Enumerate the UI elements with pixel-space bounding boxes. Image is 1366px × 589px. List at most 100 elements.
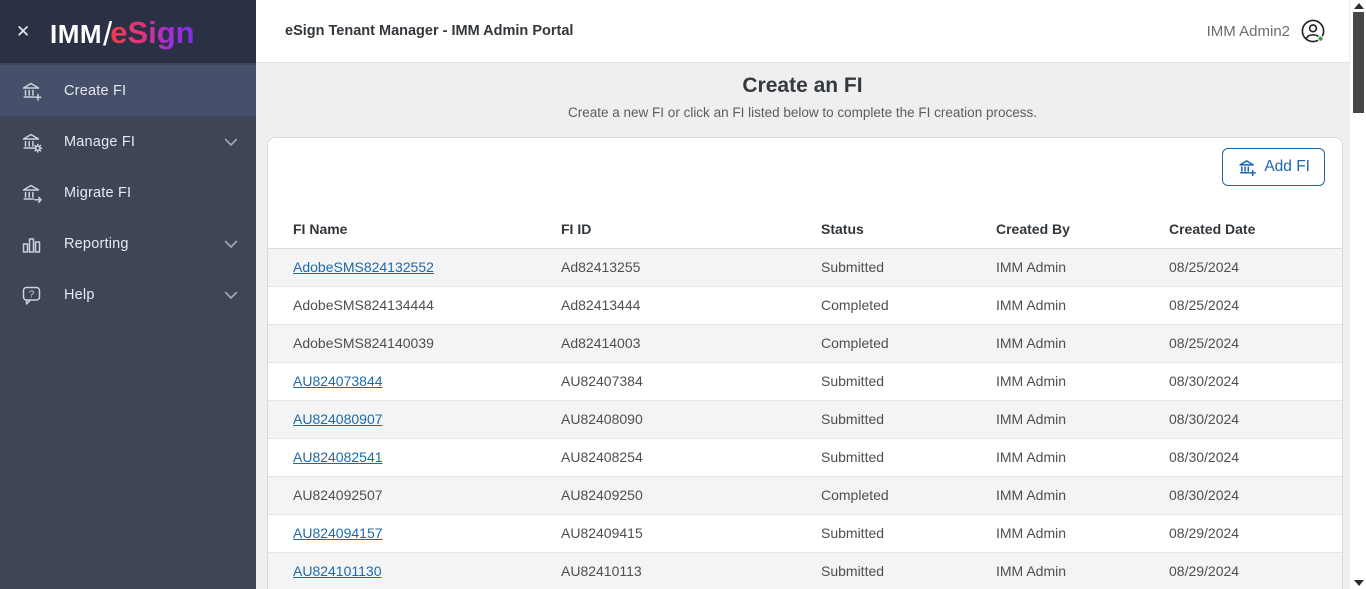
svg-text:?: ? (29, 289, 35, 300)
sidebar-item-label: Help (64, 286, 95, 303)
status-cell: Submitted (813, 248, 988, 287)
sidebar-item-create-fi[interactable]: Create FI (0, 65, 256, 116)
table-row: AU824082541 AU82408254 Submitted IMM Adm… (268, 438, 1342, 477)
created-by-cell: IMM Admin (988, 286, 1161, 325)
bank-arrow-icon (20, 181, 44, 205)
fi-name-cell: AdobeSMS824132552 (268, 248, 553, 287)
sidebar-item-migrate-fi[interactable]: Migrate FI (0, 167, 256, 218)
add-fi-button[interactable]: Add FI (1222, 148, 1325, 186)
sidebar-item-label: Manage FI (64, 133, 136, 150)
status-cell: Completed (813, 324, 988, 363)
fi-id-cell: AU82409250 (553, 476, 813, 515)
fi-name-cell: AdobeSMS824140039 (268, 324, 553, 363)
fi-name-cell: AU824101130 (268, 552, 553, 589)
column-header-created-date: Created Date (1161, 211, 1342, 249)
fi-name-link[interactable]: AU824101130 (293, 563, 381, 579)
fi-list-card: Add FI FI Name FI ID Status Created By C… (267, 137, 1343, 589)
bank-add-icon (1237, 157, 1258, 178)
created-by-cell: IMM Admin (988, 552, 1161, 589)
status-cell: Submitted (813, 438, 988, 477)
page-title: Create an FI (742, 74, 863, 97)
fi-name-link[interactable]: AU824094157 (293, 525, 383, 541)
app-window: ✕ IMM / eSign Create FI Manage FI Migrat… (0, 0, 1366, 589)
created-date-cell: 08/29/2024 (1161, 514, 1342, 553)
created-date-cell: 08/30/2024 (1161, 362, 1342, 401)
bank-gear-icon (20, 130, 44, 154)
fi-id-cell: Ad82414003 (553, 324, 813, 363)
fi-name-cell: AU824080907 (268, 400, 553, 439)
chevron-down-icon (224, 138, 238, 146)
main-content: Create an FI Create a new FI or click an… (256, 63, 1349, 589)
fi-id-cell: Ad82413444 (553, 286, 813, 325)
sidebar-item-manage-fi[interactable]: Manage FI (0, 116, 256, 167)
created-date-cell: 08/30/2024 (1161, 476, 1342, 515)
fi-id-cell: AU82408090 (553, 400, 813, 439)
add-fi-button-label: Add FI (1264, 158, 1310, 175)
fi-name-cell: AU824073844 (268, 362, 553, 401)
created-date-cell: 08/25/2024 (1161, 324, 1342, 363)
column-header-fi-id: FI ID (553, 211, 813, 249)
sidebar-item-reporting[interactable]: Reporting (0, 218, 256, 269)
sidebar-item-help[interactable]: ? Help (0, 269, 256, 320)
fi-id-cell: Ad82413255 (553, 248, 813, 287)
card-toolbar: Add FI (268, 138, 1342, 211)
table-row: AU824092507 AU82409250 Completed IMM Adm… (268, 476, 1342, 515)
fi-name-cell: AU824094157 (268, 514, 553, 553)
scrollbar-down-arrow-icon[interactable] (1354, 580, 1364, 586)
imm-esign-logo: IMM / eSign (50, 13, 195, 52)
table-row: AU824080907 AU82408090 Submitted IMM Adm… (268, 400, 1342, 439)
created-by-cell: IMM Admin (988, 362, 1161, 401)
chevron-down-icon (224, 291, 238, 299)
bank-plus-icon (20, 79, 44, 103)
sidebar-close-icon[interactable]: ✕ (16, 23, 42, 40)
scrollbar-up-arrow-icon[interactable] (1354, 3, 1364, 9)
status-cell: Submitted (813, 514, 988, 553)
created-date-cell: 08/25/2024 (1161, 248, 1342, 287)
created-by-cell: IMM Admin (988, 400, 1161, 439)
fi-name-cell: AU824082541 (268, 438, 553, 477)
status-cell: Completed (813, 476, 988, 515)
sidebar-logo-bar: ✕ IMM / eSign (0, 0, 256, 63)
page-subtitle: Create a new FI or click an FI listed be… (568, 105, 1037, 120)
created-date-cell: 08/30/2024 (1161, 438, 1342, 477)
fi-name-link[interactable]: AdobeSMS824132552 (293, 259, 434, 275)
app-title: eSign Tenant Manager - IMM Admin Portal (285, 23, 574, 39)
fi-id-cell: AU82407384 (553, 362, 813, 401)
user-name: IMM Admin2 (1206, 22, 1290, 40)
table-row: AU824094157 AU82409415 Submitted IMM Adm… (268, 514, 1342, 553)
created-by-cell: IMM Admin (988, 324, 1161, 363)
logo-slash: / (103, 14, 113, 52)
created-by-cell: IMM Admin (988, 514, 1161, 553)
fi-table: FI Name FI ID Status Created By Created … (268, 211, 1342, 589)
fi-name-cell: AU824092507 (268, 476, 553, 515)
created-date-cell: 08/29/2024 (1161, 552, 1342, 589)
user-avatar-icon[interactable] (1299, 17, 1327, 45)
fi-id-cell: AU82409415 (553, 514, 813, 553)
sidebar-item-label: Create FI (64, 82, 127, 99)
sidebar-item-label: Reporting (64, 235, 129, 252)
topbar: eSign Tenant Manager - IMM Admin Portal … (256, 0, 1349, 63)
created-date-cell: 08/25/2024 (1161, 286, 1342, 325)
scrollbar-thumb[interactable] (1353, 12, 1364, 113)
status-cell: Submitted (813, 362, 988, 401)
page-scrollbar[interactable] (1349, 0, 1366, 589)
fi-id-cell: AU82408254 (553, 438, 813, 477)
status-cell: Completed (813, 286, 988, 325)
logo-imm-text: IMM (50, 18, 103, 49)
fi-name-link[interactable]: AU824073844 (293, 373, 383, 389)
sidebar: ✕ IMM / eSign Create FI Manage FI Migrat… (0, 0, 256, 589)
table-row: AU824073844 AU82407384 Submitted IMM Adm… (268, 362, 1342, 401)
fi-name-link[interactable]: AU824082541 (293, 449, 383, 465)
fi-name-link[interactable]: AU824080907 (293, 411, 383, 427)
table-row: AdobeSMS824140039 Ad82414003 Completed I… (268, 324, 1342, 363)
logo-esign-text: eSign (110, 14, 195, 50)
created-by-cell: IMM Admin (988, 476, 1161, 515)
fi-name-cell: AdobeSMS824134444 (268, 286, 553, 325)
fi-id-cell: AU82410113 (553, 552, 813, 589)
column-header-created-by: Created By (988, 211, 1161, 249)
bar-chart-icon (20, 232, 44, 256)
column-header-fi-name: FI Name (268, 211, 553, 249)
status-cell: Submitted (813, 400, 988, 439)
column-header-status: Status (813, 211, 988, 249)
status-cell: Submitted (813, 552, 988, 589)
